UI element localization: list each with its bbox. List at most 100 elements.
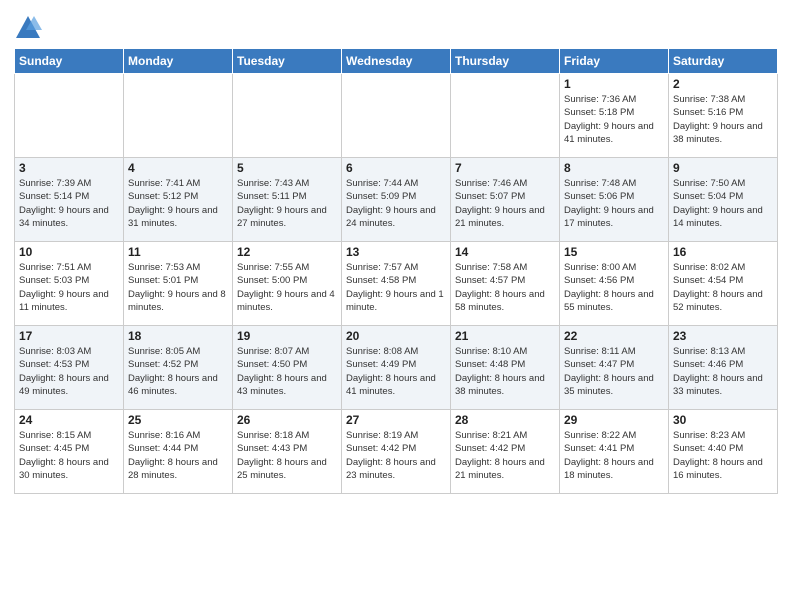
calendar-cell — [342, 74, 451, 158]
day-number: 16 — [673, 245, 773, 259]
calendar-table: SundayMondayTuesdayWednesdayThursdayFrid… — [14, 48, 778, 494]
day-number: 27 — [346, 413, 446, 427]
calendar-cell: 11 Sunrise: 7:53 AM Sunset: 5:01 PM Dayli… — [124, 242, 233, 326]
day-number: 30 — [673, 413, 773, 427]
day-info: Sunrise: 7:41 AM Sunset: 5:12 PM Dayligh… — [128, 177, 228, 230]
day-number: 19 — [237, 329, 337, 343]
day-number: 1 — [564, 77, 664, 91]
calendar-cell: 15 Sunrise: 8:00 AM Sunset: 4:56 PM Dayli… — [560, 242, 669, 326]
calendar-cell — [233, 74, 342, 158]
calendar-cell: 21 Sunrise: 8:10 AM Sunset: 4:48 PM Dayli… — [451, 326, 560, 410]
col-header-monday: Monday — [124, 49, 233, 74]
day-number: 25 — [128, 413, 228, 427]
calendar-cell: 1 Sunrise: 7:36 AM Sunset: 5:18 PM Daylig… — [560, 74, 669, 158]
col-header-thursday: Thursday — [451, 49, 560, 74]
calendar-cell: 22 Sunrise: 8:11 AM Sunset: 4:47 PM Dayli… — [560, 326, 669, 410]
day-number: 2 — [673, 77, 773, 91]
day-number: 11 — [128, 245, 228, 259]
calendar-cell: 8 Sunrise: 7:48 AM Sunset: 5:06 PM Daylig… — [560, 158, 669, 242]
day-number: 29 — [564, 413, 664, 427]
day-info: Sunrise: 7:53 AM Sunset: 5:01 PM Dayligh… — [128, 261, 228, 314]
col-header-friday: Friday — [560, 49, 669, 74]
day-info: Sunrise: 7:44 AM Sunset: 5:09 PM Dayligh… — [346, 177, 446, 230]
day-info: Sunrise: 7:38 AM Sunset: 5:16 PM Dayligh… — [673, 93, 773, 146]
calendar-cell: 12 Sunrise: 7:55 AM Sunset: 5:00 PM Dayli… — [233, 242, 342, 326]
day-info: Sunrise: 8:15 AM Sunset: 4:45 PM Dayligh… — [19, 429, 119, 482]
calendar-cell: 18 Sunrise: 8:05 AM Sunset: 4:52 PM Dayli… — [124, 326, 233, 410]
day-number: 12 — [237, 245, 337, 259]
day-info: Sunrise: 7:50 AM Sunset: 5:04 PM Dayligh… — [673, 177, 773, 230]
day-number: 14 — [455, 245, 555, 259]
calendar-cell — [451, 74, 560, 158]
calendar-cell: 16 Sunrise: 8:02 AM Sunset: 4:54 PM Dayli… — [669, 242, 778, 326]
calendar-cell: 13 Sunrise: 7:57 AM Sunset: 4:58 PM Dayli… — [342, 242, 451, 326]
calendar-cell — [124, 74, 233, 158]
day-info: Sunrise: 8:10 AM Sunset: 4:48 PM Dayligh… — [455, 345, 555, 398]
day-number: 13 — [346, 245, 446, 259]
day-info: Sunrise: 8:23 AM Sunset: 4:40 PM Dayligh… — [673, 429, 773, 482]
day-info: Sunrise: 8:00 AM Sunset: 4:56 PM Dayligh… — [564, 261, 664, 314]
day-info: Sunrise: 7:48 AM Sunset: 5:06 PM Dayligh… — [564, 177, 664, 230]
day-number: 21 — [455, 329, 555, 343]
day-info: Sunrise: 8:03 AM Sunset: 4:53 PM Dayligh… — [19, 345, 119, 398]
day-number: 8 — [564, 161, 664, 175]
day-info: Sunrise: 7:55 AM Sunset: 5:00 PM Dayligh… — [237, 261, 337, 314]
col-header-tuesday: Tuesday — [233, 49, 342, 74]
page: SundayMondayTuesdayWednesdayThursdayFrid… — [0, 0, 792, 612]
col-header-sunday: Sunday — [15, 49, 124, 74]
calendar-week-4: 17 Sunrise: 8:03 AM Sunset: 4:53 PM Dayli… — [15, 326, 778, 410]
day-number: 6 — [346, 161, 446, 175]
calendar-cell: 30 Sunrise: 8:23 AM Sunset: 4:40 PM Dayli… — [669, 410, 778, 494]
day-info: Sunrise: 8:21 AM Sunset: 4:42 PM Dayligh… — [455, 429, 555, 482]
day-number: 18 — [128, 329, 228, 343]
day-info: Sunrise: 7:51 AM Sunset: 5:03 PM Dayligh… — [19, 261, 119, 314]
day-number: 10 — [19, 245, 119, 259]
calendar-week-2: 3Sunrise: 7:39 AM Sunset: 5:14 PM Daylig… — [15, 158, 778, 242]
day-number: 5 — [237, 161, 337, 175]
day-number: 9 — [673, 161, 773, 175]
calendar-week-5: 24 Sunrise: 8:15 AM Sunset: 4:45 PM Dayli… — [15, 410, 778, 494]
day-info: Sunrise: 8:11 AM Sunset: 4:47 PM Dayligh… — [564, 345, 664, 398]
day-info: Sunrise: 8:19 AM Sunset: 4:42 PM Dayligh… — [346, 429, 446, 482]
calendar-cell: 26 Sunrise: 8:18 AM Sunset: 4:43 PM Dayli… — [233, 410, 342, 494]
day-info: Sunrise: 7:43 AM Sunset: 5:11 PM Dayligh… — [237, 177, 337, 230]
calendar-cell: 6 Sunrise: 7:44 AM Sunset: 5:09 PM Daylig… — [342, 158, 451, 242]
day-info: Sunrise: 8:18 AM Sunset: 4:43 PM Dayligh… — [237, 429, 337, 482]
calendar-cell: 7 Sunrise: 7:46 AM Sunset: 5:07 PM Daylig… — [451, 158, 560, 242]
day-info: Sunrise: 7:39 AM Sunset: 5:14 PM Dayligh… — [19, 177, 119, 230]
day-info: Sunrise: 8:16 AM Sunset: 4:44 PM Dayligh… — [128, 429, 228, 482]
day-number: 28 — [455, 413, 555, 427]
day-number: 15 — [564, 245, 664, 259]
calendar-cell: 3Sunrise: 7:39 AM Sunset: 5:14 PM Daylig… — [15, 158, 124, 242]
calendar-cell: 17 Sunrise: 8:03 AM Sunset: 4:53 PM Dayli… — [15, 326, 124, 410]
day-info: Sunrise: 7:57 AM Sunset: 4:58 PM Dayligh… — [346, 261, 446, 314]
day-info: Sunrise: 8:02 AM Sunset: 4:54 PM Dayligh… — [673, 261, 773, 314]
calendar-cell: 4 Sunrise: 7:41 AM Sunset: 5:12 PM Daylig… — [124, 158, 233, 242]
calendar-cell: 20 Sunrise: 8:08 AM Sunset: 4:49 PM Dayli… — [342, 326, 451, 410]
day-info: Sunrise: 8:05 AM Sunset: 4:52 PM Dayligh… — [128, 345, 228, 398]
calendar-cell — [15, 74, 124, 158]
day-info: Sunrise: 8:08 AM Sunset: 4:49 PM Dayligh… — [346, 345, 446, 398]
day-number: 17 — [19, 329, 119, 343]
calendar-cell: 25 Sunrise: 8:16 AM Sunset: 4:44 PM Dayli… — [124, 410, 233, 494]
header — [14, 10, 778, 42]
calendar-cell: 2 Sunrise: 7:38 AM Sunset: 5:16 PM Daylig… — [669, 74, 778, 158]
calendar-header-row: SundayMondayTuesdayWednesdayThursdayFrid… — [15, 49, 778, 74]
logo-icon — [14, 14, 42, 42]
day-number: 4 — [128, 161, 228, 175]
day-number: 26 — [237, 413, 337, 427]
calendar-cell: 14 Sunrise: 7:58 AM Sunset: 4:57 PM Dayli… — [451, 242, 560, 326]
calendar-cell: 10 Sunrise: 7:51 AM Sunset: 5:03 PM Dayli… — [15, 242, 124, 326]
calendar-cell: 29Sunrise: 8:22 AM Sunset: 4:41 PM Dayli… — [560, 410, 669, 494]
calendar-cell: 23 Sunrise: 8:13 AM Sunset: 4:46 PM Dayli… — [669, 326, 778, 410]
day-number: 23 — [673, 329, 773, 343]
day-info: Sunrise: 7:58 AM Sunset: 4:57 PM Dayligh… — [455, 261, 555, 314]
day-info: Sunrise: 7:46 AM Sunset: 5:07 PM Dayligh… — [455, 177, 555, 230]
day-number: 22 — [564, 329, 664, 343]
logo — [14, 14, 46, 42]
day-number: 24 — [19, 413, 119, 427]
day-info: Sunrise: 7:36 AM Sunset: 5:18 PM Dayligh… — [564, 93, 664, 146]
day-info: Sunrise: 8:13 AM Sunset: 4:46 PM Dayligh… — [673, 345, 773, 398]
day-number: 20 — [346, 329, 446, 343]
day-number: 7 — [455, 161, 555, 175]
